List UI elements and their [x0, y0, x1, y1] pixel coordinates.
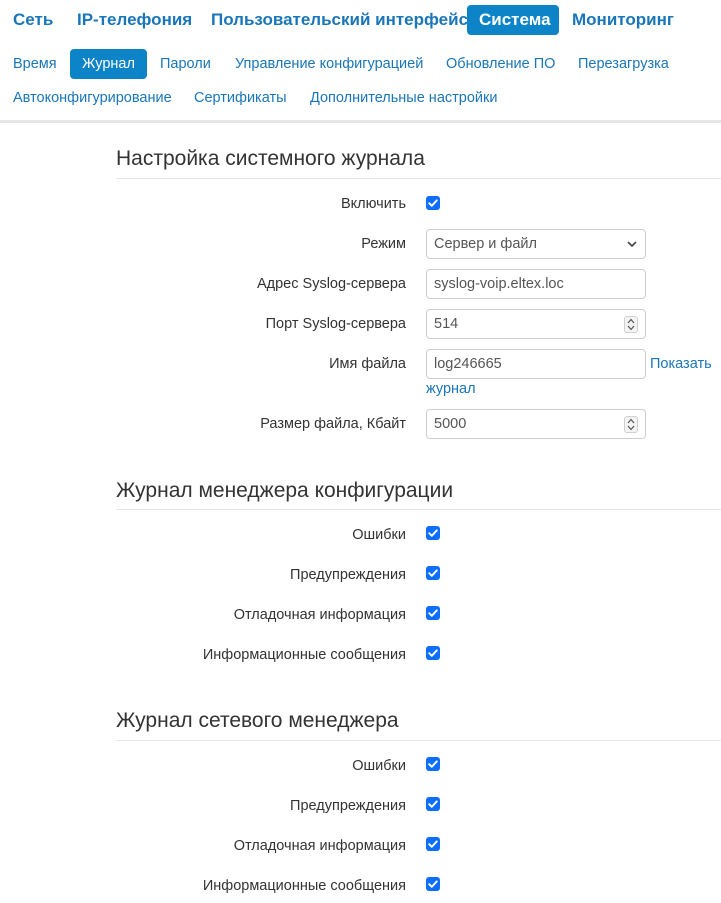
top-nav: Сеть IP-телефония Пользовательский интер… — [0, 0, 721, 42]
filename-label: Имя файла — [329, 356, 406, 372]
nav-divider — [0, 120, 721, 123]
checkmark-icon — [428, 609, 438, 617]
filesize-stepper[interactable] — [624, 416, 638, 433]
cfg-debug-checkbox[interactable] — [426, 606, 440, 620]
enable-checkbox[interactable] — [426, 196, 440, 210]
syslog-port-value: 514 — [434, 316, 459, 332]
cfg-info-label: Информационные сообщения — [202, 647, 406, 663]
top-nav-item-system[interactable]: Система — [467, 5, 559, 35]
filename-value: log246665 — [434, 356, 502, 372]
enable-label: Включить — [340, 196, 406, 212]
sub-nav-item-passwords[interactable]: Пароли — [148, 49, 223, 79]
section-title-network-manager-log: Журнал сетевого менеджера — [116, 709, 399, 732]
arrow-up-icon — [627, 318, 635, 324]
cfg-warnings-checkbox[interactable] — [426, 566, 440, 580]
sub-nav-item-config-management[interactable]: Управление конфигурацией — [223, 49, 435, 79]
checkmark-icon — [428, 840, 438, 848]
mode-select[interactable]: Сервер и файл — [426, 229, 646, 259]
filesize-value: 5000 — [434, 416, 467, 432]
sub-nav-item-time[interactable]: Время — [1, 49, 69, 79]
net-info-checkbox[interactable] — [426, 877, 440, 891]
syslog-server-label: Адрес Syslog-сервера — [256, 276, 406, 292]
cfg-errors-checkbox[interactable] — [426, 526, 440, 540]
checkmark-icon — [428, 760, 438, 768]
net-info-label: Информационные сообщения — [202, 878, 406, 894]
section-title-syslog: Настройка системного журнала — [116, 147, 425, 170]
syslog-port-input[interactable]: 514 — [426, 309, 646, 339]
section-divider — [116, 509, 721, 510]
cfg-info-checkbox[interactable] — [426, 646, 440, 660]
section-divider — [116, 740, 721, 741]
syslog-server-value: syslog-voip.eltex.loc — [434, 276, 564, 292]
top-nav-item-network[interactable]: Сеть — [1, 5, 65, 35]
filesize-label: Размер файла, Кбайт — [260, 416, 406, 432]
section-divider — [116, 178, 721, 179]
checkmark-icon — [428, 649, 438, 657]
cfg-errors-label: Ошибки — [352, 527, 406, 543]
net-warnings-checkbox[interactable] — [426, 797, 440, 811]
sub-nav-item-reboot[interactable]: Перезагрузка — [566, 49, 681, 79]
arrow-up-icon — [627, 418, 635, 424]
net-debug-label: Отладочная информация — [233, 838, 406, 854]
arrow-down-icon — [627, 425, 635, 431]
sub-nav-item-autoprovisioning[interactable]: Автоконфигурирование — [1, 83, 184, 113]
filename-input[interactable]: log246665 — [426, 349, 646, 379]
mode-label: Режим — [361, 236, 406, 252]
checkmark-icon — [428, 569, 438, 577]
sub-nav-item-firmware-update[interactable]: Обновление ПО — [434, 49, 567, 79]
net-errors-checkbox[interactable] — [426, 757, 440, 771]
mode-select-value: Сервер и файл — [434, 236, 537, 252]
filesize-input[interactable]: 5000 — [426, 409, 646, 439]
sub-nav-item-certificates[interactable]: Сертификаты — [182, 83, 299, 113]
syslog-server-input[interactable]: syslog-voip.eltex.loc — [426, 269, 646, 299]
checkmark-icon — [428, 199, 438, 207]
net-warnings-label: Предупреждения — [290, 798, 406, 814]
net-errors-label: Ошибки — [352, 758, 406, 774]
checkmark-icon — [428, 880, 438, 888]
port-stepper[interactable] — [624, 316, 638, 333]
section-title-config-manager-log: Журнал менеджера конфигурации — [116, 479, 454, 502]
checkmark-icon — [428, 800, 438, 808]
top-nav-item-ip-telephony[interactable]: IP-телефония — [65, 5, 204, 35]
chevron-down-icon — [627, 241, 637, 247]
checkmark-icon — [428, 529, 438, 537]
net-debug-checkbox[interactable] — [426, 837, 440, 851]
cfg-debug-label: Отладочная информация — [233, 607, 406, 623]
arrow-down-icon — [627, 325, 635, 331]
show-log-link-continued[interactable]: журнал — [426, 381, 476, 397]
top-nav-item-user-interface[interactable]: Пользовательский интерфейс — [199, 5, 480, 35]
top-nav-item-monitoring[interactable]: Мониторинг — [560, 5, 686, 35]
sub-nav-item-log[interactable]: Журнал — [70, 49, 147, 79]
syslog-port-label: Порт Syslog-сервера — [265, 316, 406, 332]
show-log-link[interactable]: Показать — [650, 356, 712, 372]
cfg-warnings-label: Предупреждения — [290, 567, 406, 583]
sub-nav-item-advanced-settings[interactable]: Дополнительные настройки — [298, 83, 509, 113]
